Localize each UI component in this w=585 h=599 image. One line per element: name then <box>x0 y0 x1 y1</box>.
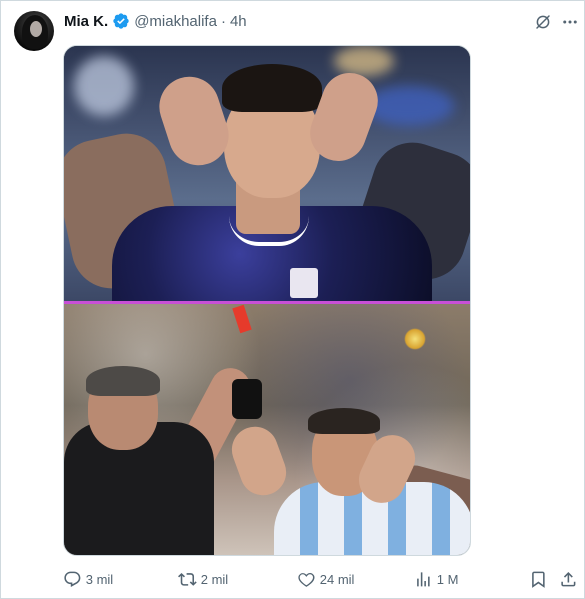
post-header: Mia K. @miakhalifa · 4h <box>64 12 247 30</box>
views-icon <box>417 571 430 587</box>
bookmark-icon <box>532 571 545 588</box>
heart-icon <box>298 572 315 587</box>
verified-badge-icon[interactable] <box>112 12 130 30</box>
stadium-light <box>334 46 394 76</box>
author-avatar[interactable] <box>14 11 54 51</box>
jersey-badge <box>290 268 318 298</box>
repost-count: 2 mil <box>200 571 229 587</box>
repost-icon <box>178 572 197 586</box>
player-hair <box>222 64 322 112</box>
repost-button[interactable]: 2 mil <box>178 568 228 590</box>
author-handle[interactable]: @miakhalifa <box>134 13 217 30</box>
confetti <box>404 328 426 350</box>
referee-hair <box>86 366 160 396</box>
reply-icon <box>64 571 81 587</box>
like-button[interactable]: 24 mil <box>297 568 354 590</box>
share-icon <box>561 571 576 587</box>
reply-count: 3 mil <box>85 571 114 587</box>
like-count: 24 mil <box>319 571 355 587</box>
author-name[interactable]: Mia K. <box>64 13 108 30</box>
stadium-light <box>74 56 134 116</box>
views-count: 1 M <box>436 571 459 587</box>
views-button[interactable]: 1 M <box>414 568 458 590</box>
share-button[interactable] <box>559 568 578 590</box>
reply-button[interactable]: 3 mil <box>63 568 113 590</box>
post-time[interactable]: 4h <box>230 13 247 30</box>
post-media[interactable] <box>63 45 471 556</box>
action-bar: 3 mil 2 mil 24 mil 1 M <box>63 568 583 590</box>
bookmark-button[interactable] <box>529 568 548 590</box>
more-icon[interactable] <box>559 11 581 33</box>
referee-watch <box>232 379 262 419</box>
player-hair <box>308 408 380 434</box>
celebrating-player-photo[interactable] <box>64 46 470 301</box>
grok-icon[interactable] <box>532 11 554 33</box>
separator-dot: · <box>220 12 226 30</box>
post-card[interactable]: Mia K. @miakhalifa · 4h 3 mil 2 mil 24 m… <box>0 0 585 599</box>
avatar-face <box>30 21 42 37</box>
red-card-photo[interactable] <box>64 304 470 555</box>
